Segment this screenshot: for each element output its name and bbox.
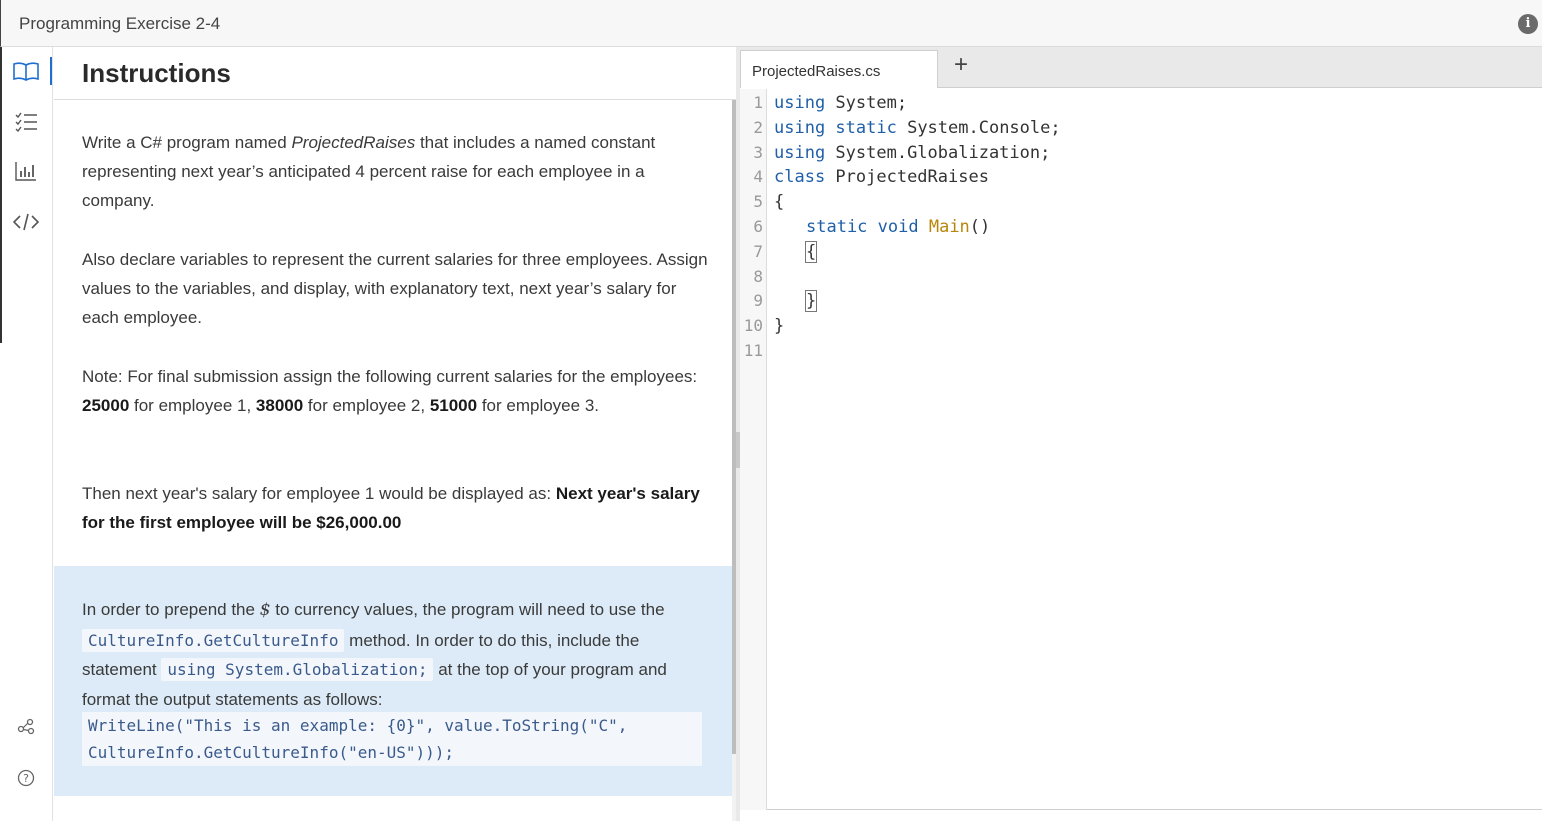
bar-chart-icon[interactable] bbox=[8, 153, 44, 189]
keyword: void bbox=[867, 217, 919, 237]
example-code-block: WriteLine("This is an example: {0}", val… bbox=[82, 712, 702, 766]
example-code-line-2: CultureInfo.GetCultureInfo("en-US"))); bbox=[88, 743, 455, 762]
code-line-1[interactable]: using System; bbox=[774, 91, 907, 116]
note-text-a: In order to prepend the bbox=[82, 600, 260, 619]
instructions-panel[interactable]: Write a C# program named ProjectedRaises… bbox=[54, 100, 732, 821]
line-number: 7 bbox=[753, 241, 763, 261]
code-line-6[interactable]: static void Main() bbox=[806, 215, 990, 240]
instruction-paragraph-2: Also declare variables to represent the … bbox=[82, 250, 708, 327]
code-line-4[interactable]: class ProjectedRaises bbox=[774, 165, 989, 190]
note-callout: In order to prepend the $ to currency va… bbox=[54, 566, 732, 796]
code-text: System.Console; bbox=[896, 117, 1061, 138]
file-tab-label: ProjectedRaises.cs bbox=[752, 63, 881, 80]
line-number: 9 bbox=[753, 291, 763, 311]
salary-3: 51000 bbox=[429, 396, 478, 415]
p3-text-a: Note: For final submission assign the fo… bbox=[82, 367, 698, 386]
checklist-icon[interactable] bbox=[8, 104, 44, 140]
keyword: using bbox=[774, 93, 826, 113]
p3-text-d: for employee 3. bbox=[477, 396, 599, 415]
line-number: 11 bbox=[743, 341, 763, 360]
line-number: 2 bbox=[753, 117, 763, 137]
code-editor[interactable]: 1 2 3 4 5 6 7 8 9 10 11 using System; us… bbox=[740, 89, 1542, 810]
code-text: () bbox=[969, 217, 991, 237]
keyword: using bbox=[774, 142, 826, 163]
code-line-3[interactable]: using System.Globalization; bbox=[774, 141, 1050, 166]
inline-code-cultureinfo: CultureInfo.GetCultureInfo bbox=[82, 628, 345, 652]
help-icon[interactable]: ? bbox=[8, 760, 44, 796]
note-paragraph: In order to prepend the $ to currency va… bbox=[82, 595, 712, 714]
p1-text-a: Write a C# program named bbox=[82, 133, 292, 152]
info-icon[interactable]: i bbox=[1518, 14, 1538, 34]
method-name: Main bbox=[918, 217, 970, 237]
add-file-button[interactable]: + bbox=[947, 51, 975, 79]
file-tab-projectedraises[interactable]: ProjectedRaises.cs bbox=[740, 50, 938, 88]
line-number: 8 bbox=[753, 266, 763, 286]
line-number: 3 bbox=[753, 142, 763, 162]
salary-2: 38000 bbox=[255, 396, 304, 415]
code-line-9[interactable]: } bbox=[804, 289, 818, 314]
code-line-10[interactable]: } bbox=[774, 314, 784, 339]
left-rail: ? bbox=[0, 47, 53, 821]
line-number: 10 bbox=[743, 316, 763, 336]
title-bar: Programming Exercise 2-4 i bbox=[0, 0, 1542, 47]
p4-text-a: Then next year's salary for employee 1 w… bbox=[82, 484, 556, 503]
code-text: ProjectedRaises bbox=[825, 167, 989, 188]
rail-marker bbox=[0, 47, 2, 343]
keyword: static bbox=[825, 117, 897, 138]
code-text: System; bbox=[825, 93, 908, 113]
instruction-paragraph-4: Then next year's salary for employee 1 w… bbox=[82, 479, 712, 537]
window-title: Programming Exercise 2-4 bbox=[19, 14, 221, 33]
note-text-b: to currency values, the program will nee… bbox=[270, 600, 665, 619]
instruction-paragraph-3: Note: For final submission assign the fo… bbox=[82, 362, 712, 420]
dollar-symbol: $ bbox=[259, 600, 271, 620]
inline-code-using: using System.Globalization; bbox=[161, 658, 434, 681]
svg-text:?: ? bbox=[23, 772, 29, 785]
keyword: class bbox=[774, 167, 826, 188]
salary-1: 25000 bbox=[82, 396, 130, 415]
p1-program-name: ProjectedRaises bbox=[291, 133, 416, 152]
line-number: 6 bbox=[753, 217, 763, 236]
line-number: 4 bbox=[753, 167, 763, 187]
book-icon[interactable] bbox=[8, 53, 52, 89]
line-number: 5 bbox=[753, 192, 763, 212]
code-line-7[interactable]: { bbox=[804, 240, 818, 265]
keyword: using bbox=[774, 117, 826, 138]
line-number: 1 bbox=[753, 93, 763, 112]
code-line-2[interactable]: using static System.Console; bbox=[774, 116, 1061, 141]
instructions-header: Instructions bbox=[54, 47, 736, 100]
p3-text-b: for employee 1, bbox=[129, 396, 256, 415]
matched-brace: { bbox=[804, 240, 818, 263]
keyword: static bbox=[806, 217, 868, 237]
p3-text-c: for employee 2, bbox=[303, 396, 430, 415]
line-number-gutter: 1 2 3 4 5 6 7 8 9 10 11 bbox=[740, 89, 767, 810]
code-icon[interactable] bbox=[8, 204, 44, 240]
code-line-5[interactable]: { bbox=[774, 190, 784, 215]
code-text: System.Globalization; bbox=[825, 142, 1051, 163]
share-icon[interactable] bbox=[8, 708, 44, 744]
editor-tab-bar: ProjectedRaises.cs + bbox=[740, 47, 1542, 88]
matched-brace: } bbox=[804, 290, 818, 313]
instruction-paragraph-1: Write a C# program named ProjectedRaises… bbox=[82, 128, 712, 215]
example-code-line-1: WriteLine("This is an example: {0}", val… bbox=[88, 716, 628, 735]
instructions-heading: Instructions bbox=[82, 58, 231, 88]
